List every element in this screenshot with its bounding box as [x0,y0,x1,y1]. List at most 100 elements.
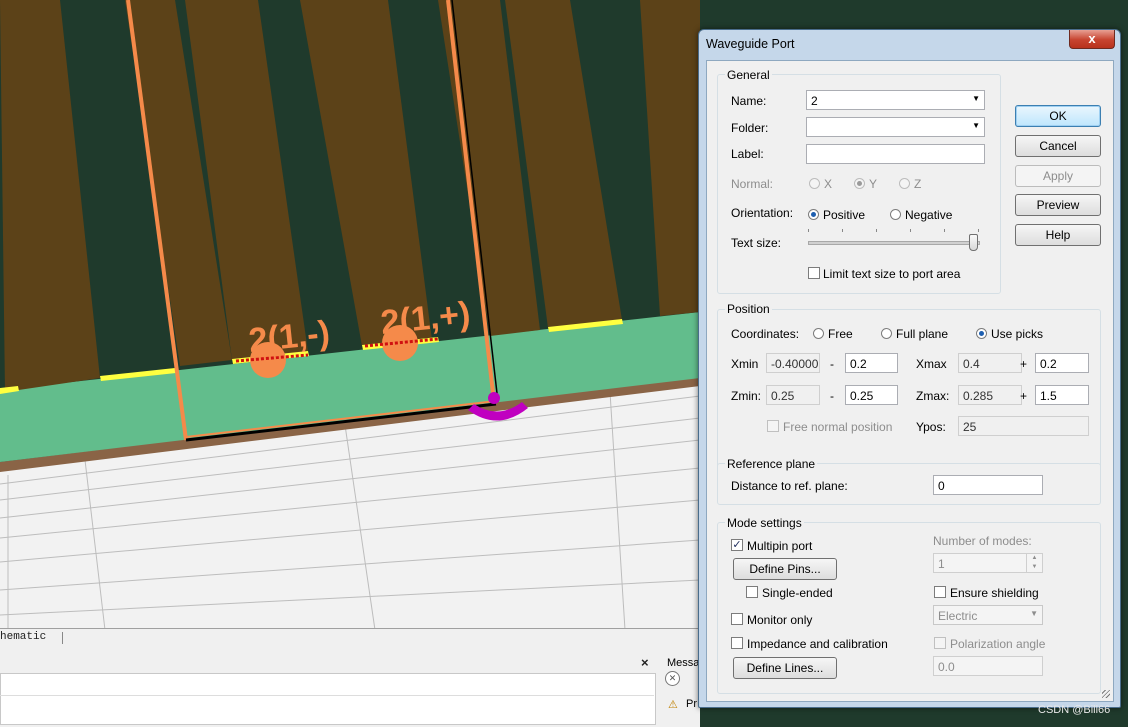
schematic-tab[interactable]: hematic [0,631,46,643]
output-pane[interactable] [0,673,656,725]
text-size-track[interactable] [808,241,980,245]
distance-label: Distance to ref. plane: [731,479,848,493]
zmax-value: 0.285 [958,385,1022,405]
ensure-shielding-checkbox[interactable] [934,586,946,598]
bottom-panel: hematic × Messa ✕ ⚠ Pr [0,628,700,727]
xmax-value: 0.4 [958,353,1022,373]
coordinates-label: Coordinates: [731,327,800,341]
orientation-positive-label: Positive [823,208,866,222]
zmin-value: 0.25 [766,385,820,405]
orientation-label: Orientation: [731,206,794,220]
zmin-offset-input[interactable]: 0.25 [845,385,898,405]
impedance-label: Impedance and calibration [747,637,888,651]
limit-text-checkbox[interactable] [808,267,820,279]
normal-y-radio[interactable] [854,178,865,189]
coord-full-plane-radio[interactable] [881,328,892,339]
impedance-checkbox[interactable] [731,637,743,649]
dialog-close-button[interactable]: x [1069,30,1115,49]
slider-tick [876,229,877,232]
limit-text-label: Limit text size to port area [823,267,961,281]
slider-tick [808,229,809,232]
zmax-offset-input[interactable]: 1.5 [1035,385,1089,405]
chevron-down-icon: ▼ [972,94,980,103]
resize-grip-icon[interactable] [1102,690,1110,698]
num-modes-label: Number of modes: [933,534,1032,548]
normal-label: Normal: [731,177,774,191]
chevron-down-icon: ▼ [1030,609,1038,618]
spin-up-icon[interactable]: ▲ [1026,554,1042,563]
preview-button[interactable]: Preview [1015,194,1101,216]
watermark: CSDN @Bill66 [1038,704,1111,716]
normal-z-radio[interactable] [899,178,910,189]
xmax-sep: + [1020,357,1028,371]
slider-tick [944,229,945,232]
tab-separator [62,632,63,644]
coord-free-radio[interactable] [813,328,824,339]
reference-plane-title: Reference plane [725,457,818,471]
polarization-checkbox[interactable] [934,637,946,649]
name-combo[interactable]: 2 ▼ [806,90,985,110]
monitor-only-label: Monitor only [747,613,813,627]
coord-free-label: Free [828,327,853,341]
zmax-label: Zmax: [916,389,950,403]
label-input[interactable] [806,144,985,164]
clear-messages-icon[interactable]: ✕ [665,671,680,686]
slider-tick [842,229,843,232]
free-normal-checkbox[interactable] [767,420,779,432]
single-ended-checkbox[interactable] [746,586,758,598]
num-modes-value: 1 [938,557,945,571]
dialog-titlebar[interactable]: Waveguide Port x [699,30,1120,56]
ok-button[interactable]: OK [1015,105,1101,127]
zmin-label: Zmin: [731,389,761,403]
message-row-text: Pr [686,698,697,710]
name-label: Name: [731,94,767,108]
ypos-label: Ypos: [916,420,946,434]
waveguide-port-dialog: Waveguide Port x General Name: 2 ▼ Folde… [698,29,1121,708]
folder-label: Folder: [731,121,769,135]
zmax-sep: + [1020,389,1028,403]
mode-settings-title: Mode settings [725,516,804,530]
warning-icon: ⚠ [668,699,678,711]
define-pins-button[interactable]: Define Pins... [733,558,837,580]
folder-combo[interactable]: ▼ [806,117,985,137]
name-value: 2 [811,94,818,108]
orientation-negative-radio[interactable] [890,209,901,220]
xmin-label: Xmin [731,357,759,371]
coord-use-picks-radio[interactable] [976,328,987,339]
ypos-value: 25 [958,416,1089,436]
general-group-title: General [725,68,772,82]
free-normal-label: Free normal position [783,420,893,434]
multipin-checkbox[interactable]: ✓ [731,539,743,551]
define-lines-button[interactable]: Define Lines... [733,657,837,679]
label-label: Label: [731,147,764,161]
pane-close-icon[interactable]: × [641,655,649,670]
pane-divider [0,695,654,696]
monitor-only-checkbox[interactable] [731,613,743,625]
normal-y-label: Y [869,177,878,191]
text-size-slider-thumb[interactable] [969,234,978,251]
normal-x-radio[interactable] [809,178,820,189]
num-modes-spinner[interactable]: 1 ▲ ▼ [933,553,1043,573]
coord-use-picks-label: Use picks [991,327,1044,341]
xmin-offset-input[interactable]: 0.2 [845,353,898,373]
shielding-type-value: Electric [938,609,978,623]
cancel-button[interactable]: Cancel [1015,135,1101,157]
polarization-input[interactable]: 0.0 [933,656,1043,676]
xmax-label: Xmax [916,357,947,371]
coord-full-plane-label: Full plane [896,327,949,341]
distance-input[interactable]: 0 [933,475,1043,495]
shielding-type-combo[interactable]: Electric ▼ [933,605,1043,625]
xmin-sep: - [830,357,834,371]
xmax-offset-input[interactable]: 0.2 [1035,353,1089,373]
xmin-value: -0.40000 [766,353,820,373]
messages-tab[interactable]: Messa [667,657,699,669]
apply-button[interactable]: Apply [1015,165,1101,187]
slider-tick [910,229,911,232]
pick-point [488,392,500,404]
polarization-label: Polarization angle [950,637,1046,651]
text-size-label: Text size: [731,236,782,250]
orientation-positive-radio[interactable] [808,209,819,220]
spin-down-icon[interactable]: ▼ [1026,563,1042,572]
chevron-down-icon: ▼ [972,121,980,130]
help-button[interactable]: Help [1015,224,1101,246]
